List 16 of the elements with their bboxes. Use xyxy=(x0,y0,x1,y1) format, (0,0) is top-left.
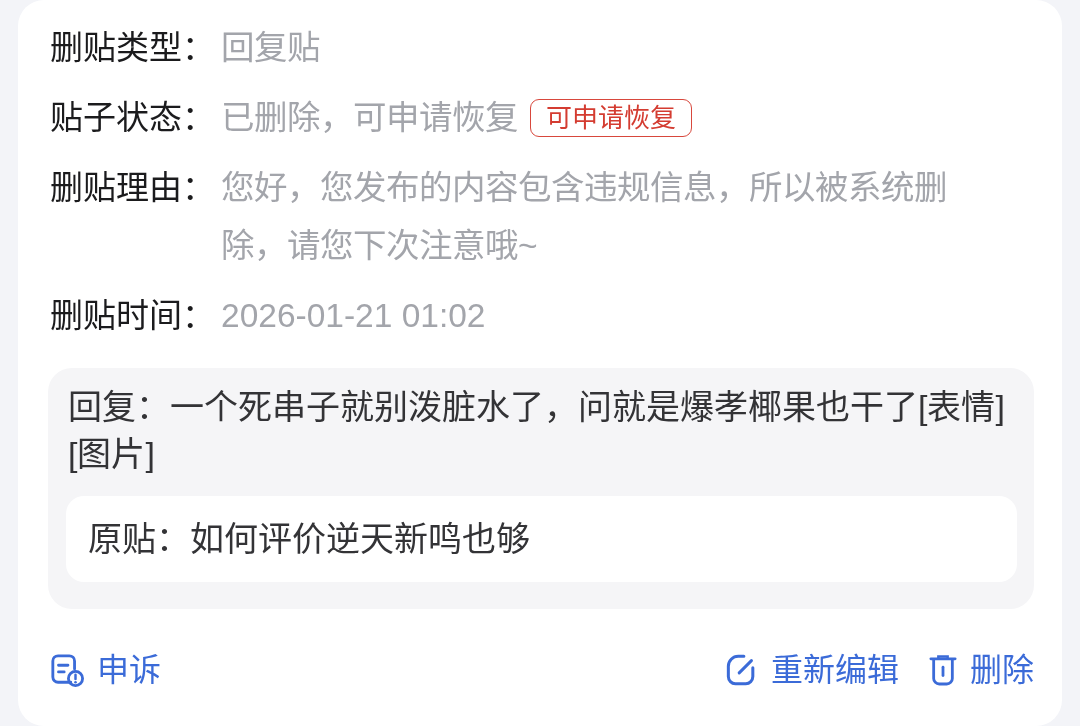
status-badge: 可申请恢复 xyxy=(530,99,692,137)
field-label: 删贴理由： xyxy=(50,168,216,208)
field-label: 删贴类型： xyxy=(50,28,216,68)
document-alert-icon xyxy=(50,653,84,687)
field-label: 删贴时间： xyxy=(50,296,216,336)
reply-text: 回复：一个死串子就别泼脏水了，问就是爆孝椰果也干了[表情][图片] xyxy=(67,387,1006,475)
original-post-quote: 原贴：如何评价逆天新鸣也够 xyxy=(66,496,1017,582)
field-value: 2026-01-21 01:02 xyxy=(221,296,486,336)
field-label: 贴子状态： xyxy=(50,98,216,138)
field-value: 已删除，可申请恢复 xyxy=(221,98,518,138)
delete-button[interactable]: 删除 xyxy=(929,650,1034,690)
edit-button[interactable]: 重新编辑 xyxy=(726,650,899,690)
field-value: 您好，您发布的内容包含违规信息，所以被系统删除，请您下次注意哦~ xyxy=(221,168,948,266)
trash-icon xyxy=(929,654,957,686)
appeal-button[interactable]: 申诉 xyxy=(50,650,161,690)
field-value: 回复贴 xyxy=(221,28,320,68)
